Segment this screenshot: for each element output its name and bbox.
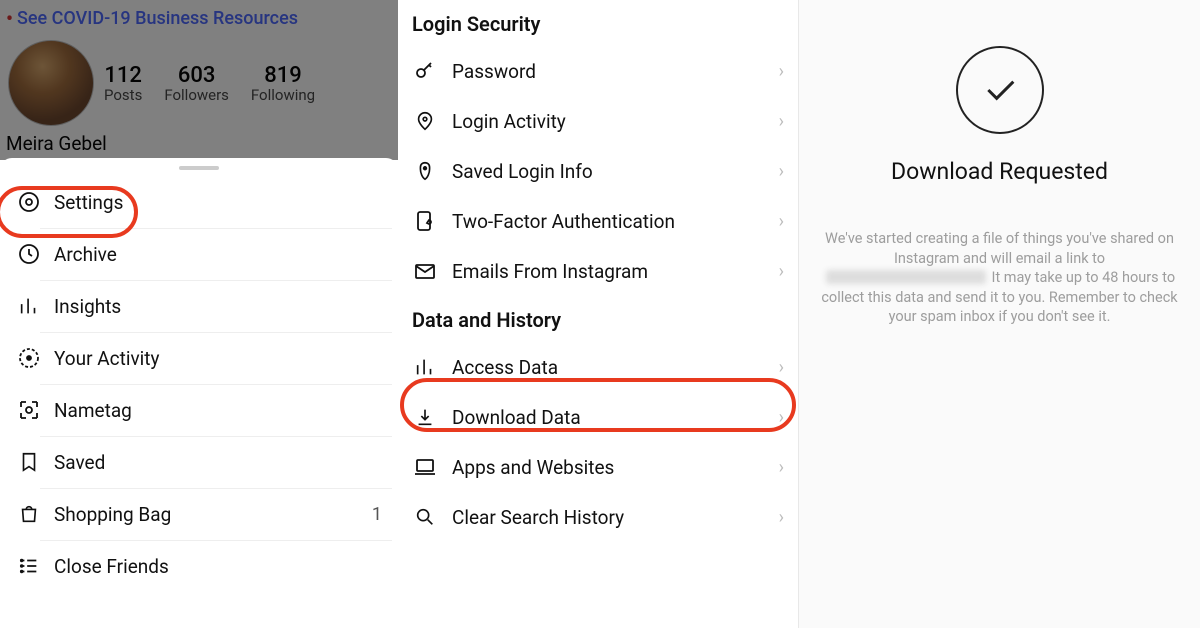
setting-two-factor[interactable]: Two-Factor Authentication ›	[398, 196, 798, 246]
chevron-right-icon: ›	[779, 111, 784, 132]
shopping-bag-icon	[16, 501, 42, 527]
setting-access-data[interactable]: Access Data ›	[398, 342, 798, 392]
menu-label: Insights	[54, 295, 121, 318]
section-login-security: Login Security	[398, 0, 798, 46]
redacted-email	[826, 270, 986, 284]
security-settings-panel: Login Security Password › Login Activity…	[398, 0, 798, 628]
check-circle-icon	[956, 46, 1044, 134]
profile-panel: •See COVID-19 Business Resources 112 Pos…	[0, 0, 398, 628]
chevron-right-icon: ›	[779, 357, 784, 378]
chevron-right-icon: ›	[779, 161, 784, 182]
menu-label: Saved	[54, 451, 105, 474]
body-before: We've started creating a file of things …	[825, 230, 1174, 267]
menu-settings[interactable]: Settings	[0, 176, 398, 228]
covid-banner[interactable]: •See COVID-19 Business Resources	[0, 2, 398, 38]
menu-sheet: Settings Archive Insights Your Activity	[0, 158, 398, 628]
menu-nametag[interactable]: Nametag	[0, 384, 398, 436]
setting-clear-search[interactable]: Clear Search History ›	[398, 492, 798, 542]
setting-label: Two-Factor Authentication	[452, 210, 675, 233]
menu-label: Your Activity	[54, 347, 159, 370]
menu-close-friends[interactable]: Close Friends	[0, 540, 398, 592]
insights-icon	[16, 293, 42, 319]
gear-icon	[16, 189, 42, 215]
setting-label: Saved Login Info	[452, 160, 593, 183]
menu-label: Nametag	[54, 399, 132, 422]
menu-your-activity[interactable]: Your Activity	[0, 332, 398, 384]
stat-posts[interactable]: 112 Posts	[104, 63, 142, 104]
banner-text: See COVID-19 Business Resources	[17, 8, 298, 29]
setting-apps-websites[interactable]: Apps and Websites ›	[398, 442, 798, 492]
search-icon	[412, 504, 438, 530]
chevron-right-icon: ›	[779, 211, 784, 232]
section-data-history: Data and History	[398, 296, 798, 342]
mail-icon	[412, 258, 438, 284]
menu-label: Shopping Bag	[54, 503, 171, 526]
setting-login-activity[interactable]: Login Activity ›	[398, 96, 798, 146]
archive-icon	[16, 241, 42, 267]
menu-label: Close Friends	[54, 555, 169, 578]
activity-icon	[16, 345, 42, 371]
setting-password[interactable]: Password ›	[398, 46, 798, 96]
chevron-right-icon: ›	[779, 261, 784, 282]
close-friends-icon	[16, 553, 42, 579]
profile-header-dimmed: •See COVID-19 Business Resources 112 Pos…	[0, 0, 398, 160]
chart-icon	[412, 354, 438, 380]
stat-following[interactable]: 819 Following	[251, 63, 315, 104]
key-icon	[412, 58, 438, 84]
setting-label: Clear Search History	[452, 506, 624, 529]
download-requested-title: Download Requested	[815, 158, 1184, 185]
stats: 112 Posts 603 Followers 819 Following	[104, 63, 315, 104]
setting-label: Apps and Websites	[452, 456, 614, 479]
menu-label: Settings	[54, 191, 123, 214]
setting-download-data[interactable]: Download Data ›	[398, 392, 798, 442]
chevron-right-icon: ›	[779, 61, 784, 82]
setting-label: Access Data	[452, 356, 558, 379]
laptop-icon	[412, 454, 438, 480]
banner-dot-icon: •	[6, 6, 13, 30]
menu-shopping-bag[interactable]: Shopping Bag 1	[0, 488, 398, 540]
download-icon	[412, 404, 438, 430]
profile-name: Meira Gebel	[0, 128, 398, 155]
setting-emails[interactable]: Emails From Instagram ›	[398, 246, 798, 296]
menu-label: Archive	[54, 243, 117, 266]
sheet-handle[interactable]	[179, 166, 219, 170]
chevron-right-icon: ›	[779, 407, 784, 428]
setting-label: Emails From Instagram	[452, 260, 648, 283]
shield-icon	[412, 208, 438, 234]
location-icon	[412, 108, 438, 134]
setting-label: Login Activity	[452, 110, 566, 133]
download-requested-body: We've started creating a file of things …	[815, 229, 1184, 327]
chevron-right-icon: ›	[779, 507, 784, 528]
setting-label: Download Data	[452, 406, 581, 429]
stat-followers[interactable]: 603 Followers	[164, 63, 229, 104]
menu-saved[interactable]: Saved	[0, 436, 398, 488]
setting-saved-login[interactable]: Saved Login Info ›	[398, 146, 798, 196]
menu-archive[interactable]: Archive	[0, 228, 398, 280]
nametag-icon	[16, 397, 42, 423]
download-requested-panel: Download Requested We've started creatin…	[798, 0, 1200, 628]
keyhole-icon	[412, 158, 438, 184]
profile-row: 112 Posts 603 Followers 819 Following	[0, 38, 398, 128]
avatar[interactable]	[8, 40, 94, 126]
menu-insights[interactable]: Insights	[0, 280, 398, 332]
shopping-bag-count: 1	[372, 504, 382, 525]
chevron-right-icon: ›	[779, 457, 784, 478]
setting-label: Password	[452, 60, 536, 83]
saved-icon	[16, 449, 42, 475]
